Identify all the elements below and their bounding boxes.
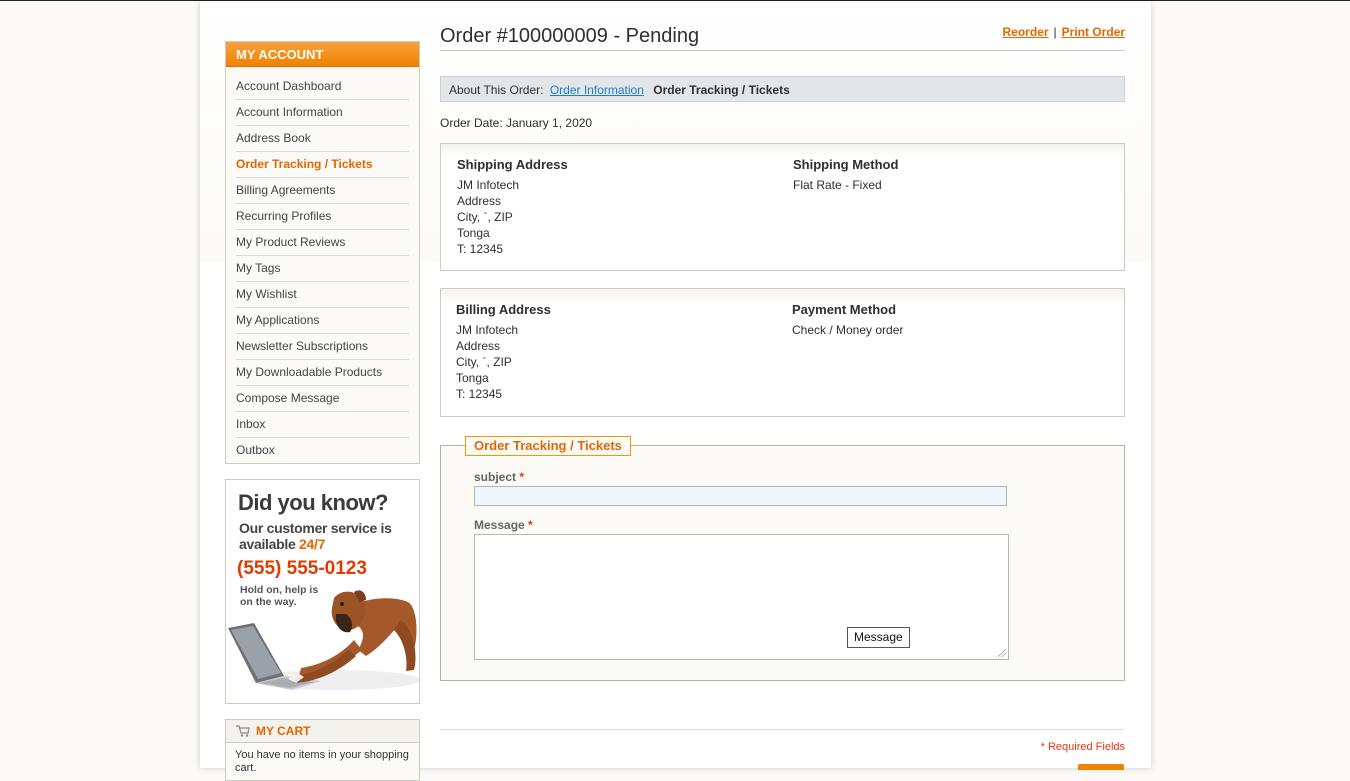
- message-tooltip: Message: [847, 627, 910, 648]
- required-marker: *: [528, 518, 533, 532]
- tab-order-tracking: Order Tracking / Tickets: [653, 83, 790, 97]
- ticket-form-fieldset: Order Tracking / Tickets subject * Messa…: [440, 436, 1125, 681]
- shipping-info-box: Shipping Address JM Infotech Address Cit…: [440, 143, 1125, 271]
- about-order-label: About This Order:: [449, 83, 544, 97]
- message-label: Message *: [474, 518, 533, 532]
- required-marker: *: [519, 470, 525, 484]
- sidebar-item-my-applications[interactable]: My Applications: [236, 308, 409, 334]
- title-divider: [440, 50, 1125, 51]
- sidebar-item-my-wishlist[interactable]: My Wishlist: [236, 282, 409, 308]
- sidebar-item-downloadable-products[interactable]: My Downloadable Products: [236, 360, 409, 386]
- ticket-form-legend: Order Tracking / Tickets: [465, 436, 631, 456]
- sidebar-item-outbox[interactable]: Outbox: [236, 438, 409, 463]
- billing-address-section: Billing Address JM Infotech Address City…: [456, 302, 551, 402]
- sidebar-item-newsletter[interactable]: Newsletter Subscriptions: [236, 334, 409, 360]
- account-nav-list: Account Dashboard Account Information Ad…: [226, 67, 419, 463]
- dog-with-laptop-illustration: [228, 590, 419, 690]
- shipping-address-section: Shipping Address JM Infotech Address Cit…: [457, 157, 568, 257]
- order-date: Order Date: January 1, 2020: [440, 116, 593, 130]
- mini-cart-header: My Cart: [226, 720, 419, 743]
- sidebar-item-product-reviews[interactable]: My Product Reviews: [236, 230, 409, 256]
- shopping-cart-icon: [236, 725, 250, 737]
- account-nav-title: My Account: [226, 42, 419, 67]
- actions-separator: |: [1053, 25, 1057, 39]
- mini-cart-empty-text: You have no items in your shopping cart.: [235, 749, 409, 774]
- payment-method-value: Check / Money order: [792, 323, 904, 337]
- subject-label: subject *: [474, 470, 525, 484]
- sidebar-item-billing-agreements[interactable]: Billing Agreements: [236, 178, 409, 204]
- billing-address-lines: JM Infotech Address City, `, ZIP Tonga T…: [456, 323, 519, 401]
- sidebar-item-compose-message[interactable]: Compose Message: [236, 386, 409, 412]
- reorder-link[interactable]: Reorder: [1003, 25, 1049, 39]
- print-order-link[interactable]: Print Order: [1062, 25, 1125, 39]
- mini-cart-block: My Cart You have no items in your shoppi…: [225, 719, 420, 781]
- shipping-method-title: Shipping Method: [793, 157, 899, 172]
- tab-order-information[interactable]: Order Information: [550, 83, 644, 97]
- page-title: Order #100000009 - Pending: [440, 25, 700, 47]
- buttons-divider: [440, 729, 1125, 730]
- subject-input[interactable]: [474, 486, 1007, 506]
- submit-button[interactable]: [1078, 764, 1124, 770]
- sidebar-item-inbox[interactable]: Inbox: [236, 412, 409, 438]
- billing-info-box: Billing Address JM Infotech Address City…: [440, 288, 1125, 417]
- sidebar-item-recurring-profiles[interactable]: Recurring Profiles: [236, 204, 409, 230]
- billing-address-title: Billing Address: [456, 302, 551, 317]
- sidebar-item-account-dashboard[interactable]: Account Dashboard: [236, 74, 409, 100]
- shipping-method-section: Shipping Method Flat Rate - Fixed: [793, 157, 898, 193]
- message-textarea[interactable]: [474, 534, 1009, 660]
- shipping-method-value: Flat Rate - Fixed: [793, 178, 882, 192]
- order-tabs-bar: About This Order: Order Information Orde…: [440, 76, 1125, 102]
- resize-handle-icon[interactable]: [998, 649, 1006, 657]
- order-actions: Reorder | Print Order: [1003, 25, 1126, 39]
- sidebar-item-address-book[interactable]: Address Book: [236, 126, 409, 152]
- shipping-address-title: Shipping Address: [457, 157, 568, 172]
- mini-cart-title: My Cart: [256, 724, 311, 738]
- sidebar-item-my-tags[interactable]: My Tags: [236, 256, 409, 282]
- shipping-address-lines: JM Infotech Address City, `, ZIP Tonga T…: [457, 178, 520, 256]
- required-fields-note: * Required Fields: [1040, 741, 1125, 753]
- customer-service-promo[interactable]: Did you know? Our customer service is av…: [225, 479, 420, 704]
- sidebar-item-order-tracking: Order Tracking / Tickets: [236, 152, 409, 178]
- sidebar-item-account-information[interactable]: Account Information: [236, 100, 409, 126]
- account-nav-block: My Account Account Dashboard Account Inf…: [225, 41, 420, 464]
- payment-method-section: Payment Method Check / Money order: [792, 302, 903, 338]
- payment-method-title: Payment Method: [792, 302, 897, 317]
- page-container: My Account Account Dashboard Account Inf…: [200, 1, 1151, 781]
